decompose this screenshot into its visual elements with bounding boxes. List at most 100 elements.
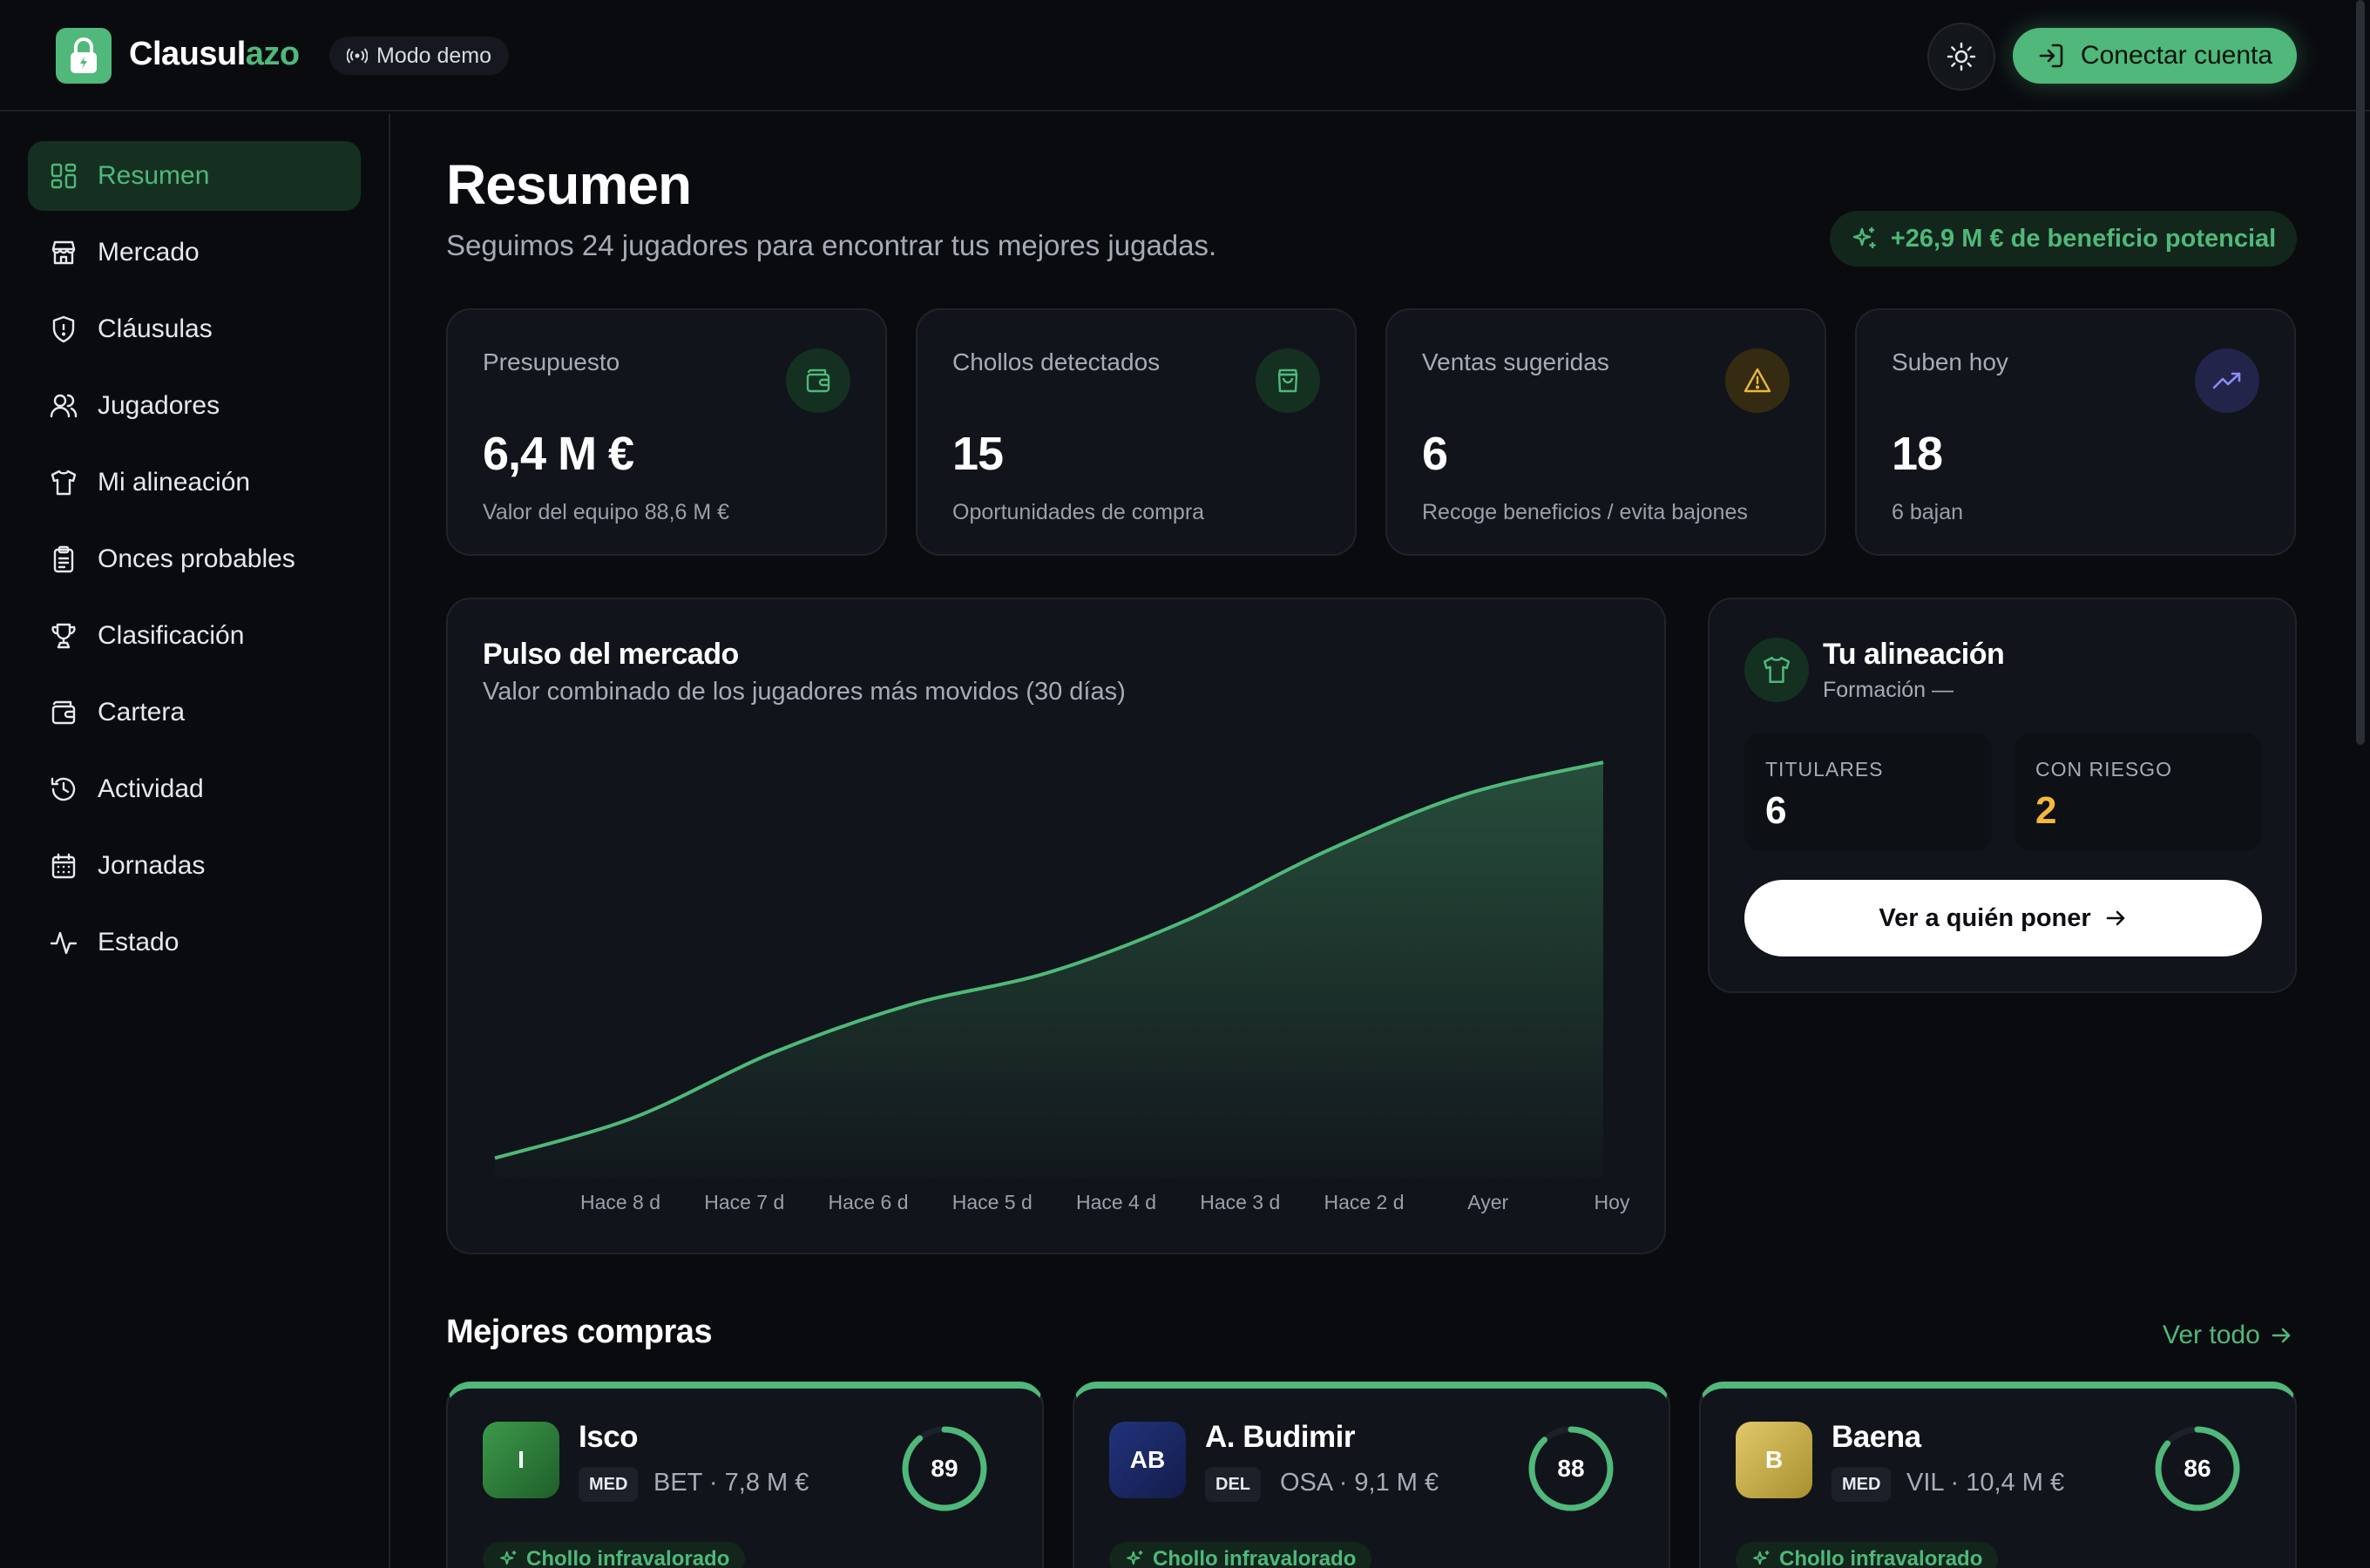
x-tick-label: Hace 6 d bbox=[828, 1191, 908, 1213]
sidebar-item-label: Onces probables bbox=[98, 544, 295, 573]
x-tick-label: Hace 8 d bbox=[580, 1191, 660, 1213]
sidebar-item-estado[interactable]: Estado bbox=[28, 908, 361, 977]
lineup-title: Tu alineación bbox=[1823, 638, 2005, 671]
history-icon bbox=[51, 777, 76, 801]
chollo-tag-label: Chollo infravalorado bbox=[526, 1547, 730, 1568]
stat-value: 18 bbox=[1892, 428, 1943, 480]
chollo-tag-label: Chollo infravalorado bbox=[1779, 1547, 1983, 1568]
stat-value: 6 bbox=[1422, 428, 1448, 480]
x-tick-label: Hace 5 d bbox=[952, 1191, 1033, 1213]
sidebar-item-label: Jornadas bbox=[98, 851, 206, 880]
player-name: Isco bbox=[579, 1420, 639, 1454]
bag-icon bbox=[1256, 348, 1320, 413]
sidebar-item-label: Clasificación bbox=[98, 621, 245, 650]
x-tick-label: Hace 7 d bbox=[704, 1191, 784, 1213]
shield-icon bbox=[52, 315, 75, 343]
sparkles-icon bbox=[1852, 227, 1876, 248]
sidebar-item-mi-alineacion[interactable]: Mi alineación bbox=[28, 448, 361, 517]
sidebar-item-label: Mercado bbox=[98, 238, 200, 267]
trending-up-icon bbox=[2195, 348, 2259, 413]
activity-icon bbox=[50, 931, 78, 955]
sidebar-item-clausulas[interactable]: Cláusulas bbox=[28, 294, 361, 364]
potential-benefit-label: +26,9 M € de beneficio potencial bbox=[1890, 224, 2277, 253]
stat-sub: 6 bajan bbox=[1892, 500, 1964, 524]
see-lineup-label: Ver a quién poner bbox=[1879, 903, 2091, 932]
connect-account-button[interactable]: Conectar cuenta bbox=[2013, 28, 2297, 84]
stat-label: Chollos detectados bbox=[952, 348, 1161, 375]
see-lineup-button[interactable]: Ver a quién poner bbox=[1744, 880, 2262, 956]
x-tick-label: Hace 4 d bbox=[1076, 1191, 1156, 1213]
starters-box: TITULARES 6 bbox=[1744, 733, 1992, 850]
sidebar-item-label: Resumen bbox=[98, 161, 210, 190]
brand-main: Clausul bbox=[129, 36, 246, 72]
theme-toggle-button[interactable] bbox=[1927, 23, 1995, 91]
best-buys-title: Mejores compras bbox=[446, 1314, 713, 1350]
stat-card-presupuesto: Presupuesto 6,4 M € Valor del equipo 88,… bbox=[446, 308, 887, 556]
stat-value: 15 bbox=[952, 428, 1004, 480]
sidebar-item-jornadas[interactable]: Jornadas bbox=[28, 831, 361, 901]
lineup-card: Tu alineación Formación — TITULARES 6 CO… bbox=[1708, 598, 2297, 993]
brand-name[interactable]: Clausulazo bbox=[129, 33, 300, 75]
trophy-icon bbox=[51, 623, 76, 649]
sidebar-item-onces-probables[interactable]: Onces probables bbox=[28, 524, 361, 594]
market-pulse-card: Hace 8 d Hace 7 d Hace 6 d Hace 5 d Hace 4 d… bbox=[446, 598, 1666, 1254]
starters-label: TITULARES bbox=[1765, 758, 1884, 781]
wallet-icon bbox=[786, 348, 850, 413]
position-badge: MED bbox=[579, 1467, 639, 1502]
sidebar: Resumen Mercado Cláusulas Jugadores Mi a… bbox=[0, 113, 390, 1568]
stat-label: Presupuesto bbox=[483, 348, 620, 375]
sparkles-icon bbox=[500, 1551, 517, 1565]
player-name: A. Budimir bbox=[1205, 1420, 1355, 1454]
store-icon bbox=[51, 240, 76, 265]
starters-value: 6 bbox=[1765, 789, 1787, 832]
sidebar-item-clasificacion[interactable]: Clasificación bbox=[28, 601, 361, 671]
chart-area bbox=[495, 762, 1603, 1178]
player-meta: VIL · 10,4 M € bbox=[1906, 1469, 2065, 1497]
risk-value: 2 bbox=[2035, 789, 2057, 832]
stat-card-ventas: Ventas sugeridas 6 Recoge beneficios / e… bbox=[1385, 308, 1826, 556]
chart-subtitle: Valor combinado de los jugadores más mov… bbox=[483, 678, 1126, 706]
sidebar-item-jugadores[interactable]: Jugadores bbox=[28, 371, 361, 441]
risk-label: CON RIESGO bbox=[2035, 758, 2172, 781]
wallet-icon bbox=[51, 700, 76, 725]
x-tick-label: Ayer bbox=[1467, 1191, 1508, 1213]
chollo-tag: Chollo infravalorado bbox=[483, 1542, 746, 1568]
users-icon bbox=[50, 394, 78, 418]
sun-icon bbox=[1947, 42, 1976, 71]
login-icon bbox=[2039, 44, 2063, 68]
stat-card-chollos: Chollos detectados 15 Oportunidades de c… bbox=[916, 308, 1357, 556]
lock-logo-icon[interactable] bbox=[56, 28, 112, 84]
sparkles-icon bbox=[1753, 1551, 1770, 1565]
player-meta: BET · 7,8 M € bbox=[653, 1469, 809, 1497]
sidebar-item-cartera[interactable]: Cartera bbox=[28, 678, 361, 747]
broadcast-icon bbox=[347, 48, 368, 64]
grid-icon bbox=[51, 163, 77, 189]
demo-mode-badge: Modo demo bbox=[329, 37, 510, 75]
position-badge: MED bbox=[1832, 1467, 1892, 1502]
avatar: I bbox=[483, 1422, 559, 1498]
page-subtitle: Seguimos 24 jugadores para encontrar tus… bbox=[446, 229, 1217, 261]
position-badge: DEL bbox=[1205, 1467, 1261, 1502]
stat-value: 6,4 M € bbox=[483, 428, 634, 480]
see-all-link[interactable]: Ver todo bbox=[2163, 1321, 2293, 1350]
brand-accent: azo bbox=[245, 36, 300, 72]
connect-account-label: Conectar cuenta bbox=[2080, 41, 2273, 70]
chart-title: Pulso del mercado bbox=[483, 638, 739, 671]
stat-sub: Oportunidades de compra bbox=[952, 500, 1205, 524]
player-card[interactable]: AB A. Budimir DEL OSA · 9,1 M € 88 Choll… bbox=[1073, 1382, 1670, 1568]
sidebar-item-actividad[interactable]: Actividad bbox=[28, 754, 361, 824]
top-bar: Clausulazo Modo demo Conectar cuenta bbox=[0, 0, 2370, 112]
sidebar-item-label: Jugadores bbox=[98, 391, 220, 420]
demo-mode-label: Modo demo bbox=[376, 43, 492, 68]
sidebar-item-mercado[interactable]: Mercado bbox=[28, 218, 361, 287]
stat-card-suben: Suben hoy 18 6 bajan bbox=[1855, 308, 2296, 556]
x-tick-label: Hace 2 d bbox=[1324, 1191, 1404, 1213]
calendar-icon bbox=[51, 853, 76, 879]
see-all-label: Ver todo bbox=[2163, 1321, 2260, 1349]
chollo-tag: Chollo infravalorado bbox=[1109, 1542, 1372, 1568]
page-scrollbar[interactable] bbox=[2356, 0, 2365, 745]
player-card[interactable]: I Isco MED BET · 7,8 M € 89 Chollo infra… bbox=[446, 1382, 1044, 1568]
x-tick-label: Hoy bbox=[1595, 1191, 1630, 1213]
player-card[interactable]: B Baena MED VIL · 10,4 M € 86 Chollo inf… bbox=[1699, 1382, 2297, 1568]
sidebar-item-resumen[interactable]: Resumen bbox=[28, 141, 361, 211]
